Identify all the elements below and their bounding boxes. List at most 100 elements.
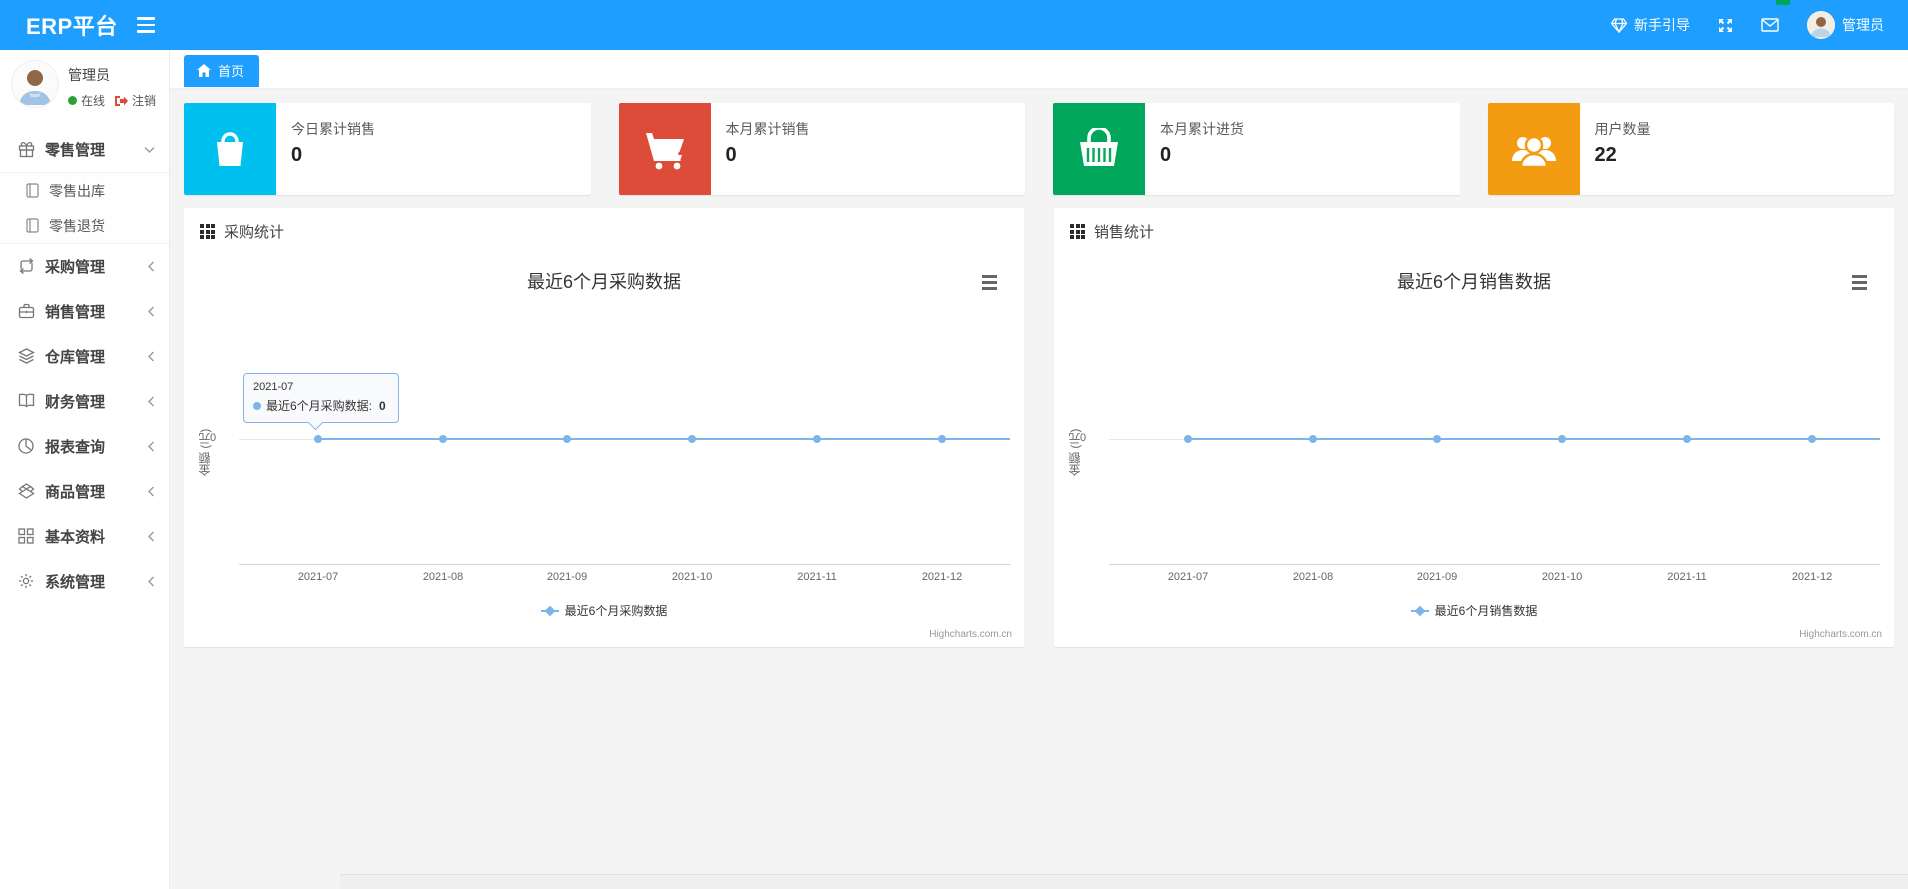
data-point[interactable] <box>1184 435 1192 443</box>
sidebar-item-label: 零售管理 <box>45 142 106 159</box>
sidebar-item-sales[interactable]: 销售管理 <box>0 289 169 334</box>
stat-label: 用户数量 <box>1594 121 1651 137</box>
guide-button[interactable]: 新手引导 <box>1611 0 1690 50</box>
sidebar-item-reports[interactable]: 报表查询 <box>0 424 169 469</box>
sidebar-item-label: 基本资料 <box>45 529 106 546</box>
fullscreen-button[interactable] <box>1718 0 1733 50</box>
x-axis-label: 2021-12 <box>1791 571 1833 583</box>
panel-title: 采购统计 <box>224 224 285 241</box>
data-point[interactable] <box>1309 435 1317 443</box>
x-axis-label: 2021-09 <box>1416 571 1458 583</box>
brand-logo[interactable]: ERP平台 <box>0 9 118 41</box>
x-axis-label: 2021-11 <box>1667 571 1707 583</box>
sidebar-item-label: 系统管理 <box>45 574 106 591</box>
stat-card-month-purchase[interactable]: 本月累计进货 0 <box>1053 103 1460 195</box>
data-point[interactable] <box>1683 435 1691 443</box>
file-icon <box>26 183 40 198</box>
user-label: 管理员 <box>1842 17 1884 33</box>
sidebar-toggle-button[interactable] <box>126 0 166 50</box>
sidebar-item-retail[interactable]: 零售管理 <box>0 127 169 172</box>
x-axis-line <box>239 564 1010 565</box>
sidebar-item-label: 采购管理 <box>45 259 106 276</box>
chevron-down-icon <box>144 146 155 154</box>
stat-card-today-sales[interactable]: 今日累计销售 0 <box>184 103 591 195</box>
messages-button[interactable]: 0 <box>1761 0 1790 50</box>
chevron-left-icon <box>147 396 155 407</box>
legend-item[interactable]: 最近6个月采购数据 <box>184 602 1024 619</box>
chart-context-menu-button[interactable] <box>1846 271 1872 293</box>
chevron-left-icon <box>147 576 155 587</box>
sidebar-menu: 零售管理 零售出库 零售退货 采购管理 销售管理 仓库管理 财务管理 报表查询 … <box>0 127 169 604</box>
panel-header: 销售统计 <box>1054 208 1894 242</box>
users-icon <box>1487 103 1580 195</box>
gem-icon <box>1611 17 1627 33</box>
series-line <box>1188 438 1880 440</box>
y-axis-tick: 0 <box>210 432 217 444</box>
sidebar-item-label: 零售退货 <box>49 217 105 234</box>
guide-label: 新手引导 <box>1634 17 1690 33</box>
data-point[interactable] <box>1808 435 1816 443</box>
chevron-left-icon <box>147 261 155 272</box>
stat-label: 今日累计销售 <box>291 121 375 137</box>
top-navbar: ERP平台 新手引导 0 <box>0 0 1908 50</box>
sidebar-item-system[interactable]: 系统管理 <box>0 559 169 604</box>
retail-submenu: 零售出库 零售退货 <box>0 172 169 244</box>
online-status-icon <box>68 96 77 105</box>
chevron-left-icon <box>147 351 155 362</box>
avatar <box>1807 11 1835 39</box>
legend-label: 最近6个月销售数据 <box>1434 604 1538 618</box>
sidebar-item-goods[interactable]: 商品管理 <box>0 469 169 514</box>
x-axis-label: 2021-11 <box>797 571 837 583</box>
data-point[interactable] <box>439 435 447 443</box>
data-point[interactable] <box>813 435 821 443</box>
data-point[interactable] <box>1433 435 1441 443</box>
y-axis-tick: 0 <box>1080 432 1087 444</box>
sidebar-item-retail-return[interactable]: 零售退货 <box>0 208 169 243</box>
chevron-left-icon <box>147 306 155 317</box>
sidebar-item-basic-data[interactable]: 基本资料 <box>0 514 169 559</box>
stat-value: 0 <box>1160 144 1172 166</box>
grid-icon <box>18 528 35 545</box>
gift-icon <box>18 141 35 158</box>
pie-chart-icon <box>18 438 35 455</box>
chevron-left-icon <box>147 531 155 542</box>
data-point[interactable] <box>688 435 696 443</box>
stat-label: 本月累计销售 <box>725 121 810 137</box>
stat-card-user-count[interactable]: 用户数量 22 <box>1487 103 1894 195</box>
sidebar-item-label: 销售管理 <box>45 304 106 321</box>
envelope-icon <box>1761 18 1779 32</box>
data-point[interactable] <box>314 435 322 443</box>
data-point[interactable] <box>563 435 571 443</box>
page-footer <box>340 874 1908 889</box>
sidebar-item-purchase[interactable]: 采购管理 <box>0 244 169 289</box>
sidebar-item-retail-outbound[interactable]: 零售出库 <box>0 173 169 208</box>
highcharts-credit-link[interactable]: Highcharts.com.cn <box>1799 629 1882 640</box>
avatar <box>12 61 58 107</box>
user-menu[interactable]: 管理员 <box>1807 0 1884 50</box>
shopping-cart-icon <box>618 103 711 195</box>
sales-stats-panel: 销售统计 最近6个月销售数据 金额 (元) 0 2021-07 2021-08 … <box>1054 208 1894 647</box>
th-grid-icon <box>200 224 215 239</box>
navbar-right: 新手引导 0 管理员 <box>1611 0 1908 50</box>
sidebar-item-finance[interactable]: 财务管理 <box>0 379 169 424</box>
box-icon <box>18 483 35 500</box>
legend-item[interactable]: 最近6个月销售数据 <box>1054 602 1894 619</box>
tabs-bar: 首页 <box>170 50 1908 89</box>
layers-icon <box>18 348 35 365</box>
sidebar-item-warehouse[interactable]: 仓库管理 <box>0 334 169 379</box>
x-axis-label: 2021-08 <box>422 571 464 583</box>
x-axis-line <box>1109 564 1880 565</box>
th-grid-icon <box>1070 224 1085 239</box>
stat-card-month-sales[interactable]: 本月累计销售 0 <box>618 103 1025 195</box>
chart-context-menu-button[interactable] <box>976 271 1002 293</box>
logout-button[interactable]: 注销 <box>115 92 156 109</box>
sidebar-item-label: 报表查询 <box>45 439 106 456</box>
x-axis-label: 2021-07 <box>1167 571 1209 583</box>
home-icon <box>197 64 211 77</box>
panel-header: 采购统计 <box>184 208 1024 242</box>
data-point[interactable] <box>938 435 946 443</box>
data-point[interactable] <box>1558 435 1566 443</box>
tab-home[interactable]: 首页 <box>184 55 260 87</box>
shopping-bag-icon <box>184 103 276 195</box>
highcharts-credit-link[interactable]: Highcharts.com.cn <box>929 629 1012 640</box>
